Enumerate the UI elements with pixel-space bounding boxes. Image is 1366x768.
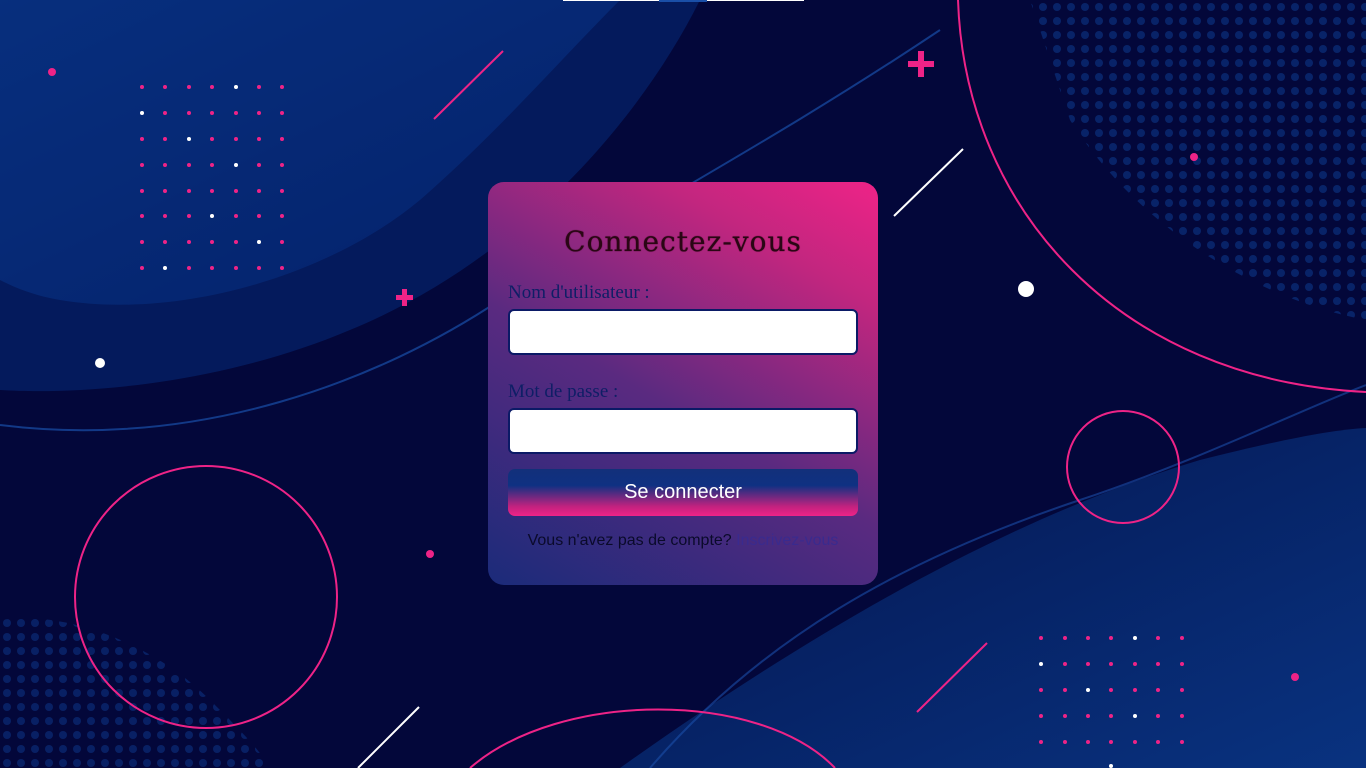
login-title: Connectez-vous [564,225,802,258]
login-form: Connectez-vous Nom d'utilisateur : Mot d… [488,182,878,585]
signup-prompt: Vous n'avez pas de compte? [527,532,732,549]
dot [48,68,56,76]
password-label: Mot de passe : [508,381,619,402]
signup-link[interactable]: Inscrivez-vous [736,532,838,549]
diagonal-line [357,706,420,768]
dot [426,550,434,558]
dot [1190,153,1198,161]
signup-prompt-line: Vous n'avez pas de compte? Inscrivez-vou… [488,532,878,550]
login-page: Connectez-vous Nom d'utilisateur : Mot d… [0,0,1366,768]
dot [1018,281,1034,297]
plus-icon [908,51,934,77]
halftone-top-right [1030,0,1366,320]
top-bar-accent [659,0,707,2]
diagonal-line [893,148,964,217]
dot [1291,673,1299,681]
username-input[interactable] [508,309,858,355]
login-button[interactable]: Se connecter [508,469,858,516]
username-label: Nom d'utilisateur : [508,282,650,303]
dot [95,358,105,368]
halftone-bottom-left [0,618,270,768]
password-input[interactable] [508,408,858,454]
